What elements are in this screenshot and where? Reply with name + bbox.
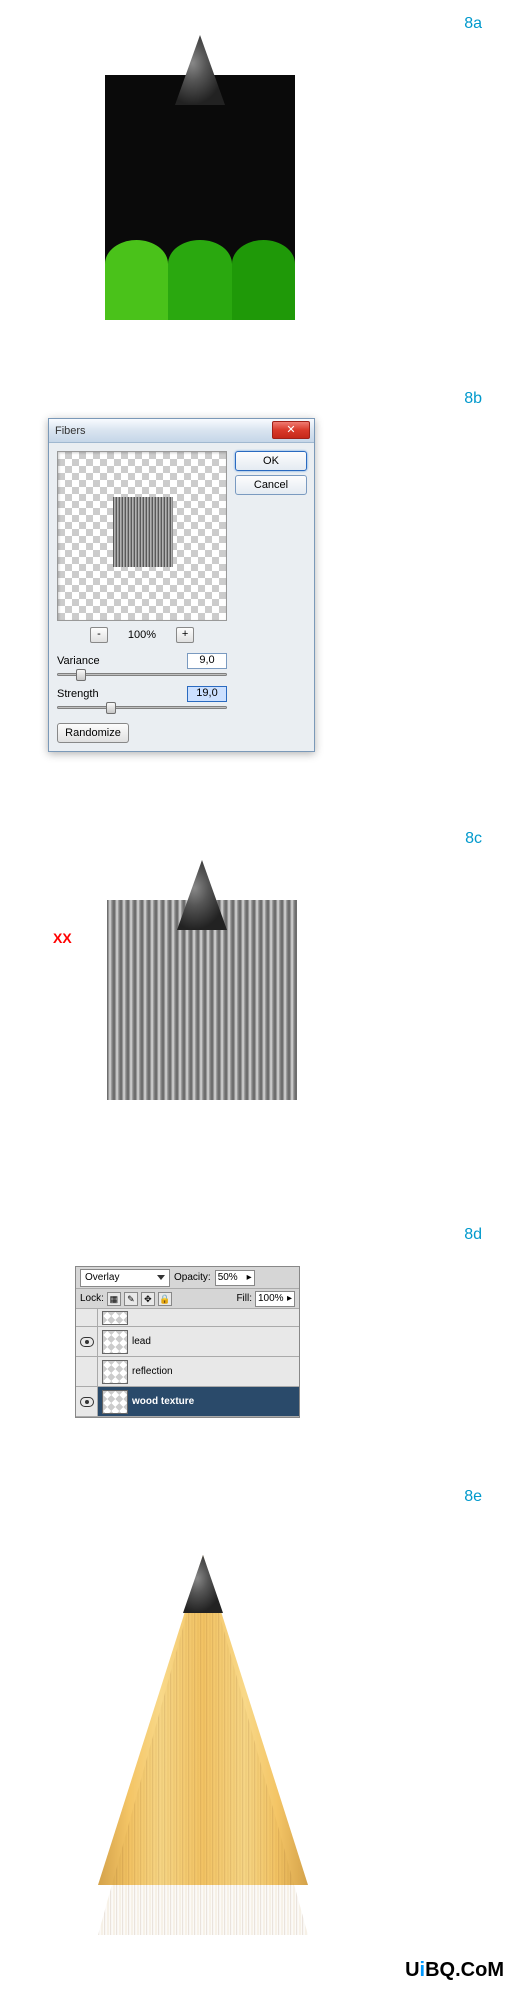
lock-transparency-icon[interactable]: ▦ <box>107 1292 121 1306</box>
pencil-scallops <box>107 1065 297 1145</box>
visibility-toggle[interactable] <box>76 1309 98 1326</box>
layer-row-selected[interactable]: wood texture <box>76 1387 299 1417</box>
layer-thumbnail <box>102 1390 128 1414</box>
visibility-toggle[interactable] <box>76 1387 98 1416</box>
eye-icon <box>80 1397 94 1407</box>
layers-top-row: Overlay Opacity: 50% ▸ <box>76 1267 299 1289</box>
layer-name[interactable]: wood texture <box>132 1396 299 1407</box>
caret-icon: ▸ <box>287 1293 292 1304</box>
ok-button[interactable]: OK <box>235 451 307 471</box>
pencil-lead-cone <box>177 860 227 930</box>
fill-label: Fill: <box>236 1293 252 1304</box>
watermark-pre: U <box>405 1959 419 1981</box>
caret-icon: ▸ <box>247 1272 252 1283</box>
strength-slider[interactable] <box>57 706 227 709</box>
blend-mode-value: Overlay <box>85 1272 119 1283</box>
dialog-titlebar[interactable]: Fibers ✕ <box>49 419 314 443</box>
cancel-button[interactable]: Cancel <box>235 475 307 495</box>
lock-label: Lock: <box>80 1293 104 1304</box>
pencil-scallops <box>105 240 295 320</box>
randomize-button[interactable]: Randomize <box>57 723 129 743</box>
zoom-out-button[interactable]: - <box>90 627 108 643</box>
eye-icon <box>80 1337 94 1347</box>
variance-slider[interactable] <box>57 673 227 676</box>
layer-name[interactable]: reflection <box>132 1366 299 1377</box>
step-label-8b: 8b <box>464 390 482 408</box>
variance-slider-thumb[interactable] <box>76 669 86 681</box>
opacity-value: 50% <box>218 1272 238 1283</box>
layers-panel: Overlay Opacity: 50% ▸ Lock: ▦ ✎ ✥ 🔒 Fil… <box>75 1266 300 1418</box>
pencil-figure-8e <box>98 1555 308 1935</box>
layer-name[interactable]: lead <box>132 1336 299 1347</box>
step-label-8c: 8c <box>465 830 482 848</box>
pencil-scallops <box>98 1855 308 1935</box>
pencil-lead-cone <box>175 35 225 105</box>
dialog-title: Fibers <box>55 425 86 437</box>
strength-input[interactable]: 19,0 <box>187 686 227 702</box>
zoom-percentage: 100% <box>128 629 156 641</box>
step-label-8a: 8a <box>464 15 482 33</box>
watermark-post: BQ.CoM <box>425 1959 504 1981</box>
watermark: UiBQ.CoM <box>405 1959 504 1982</box>
scallop <box>232 240 295 320</box>
fibers-dialog: Fibers ✕ - 100% + Variance 9,0 Strength … <box>48 418 315 752</box>
chevron-down-icon <box>157 1275 165 1280</box>
variance-label: Variance <box>57 655 100 667</box>
layer-thumbnail <box>102 1360 128 1384</box>
layer-thumbnail <box>102 1330 128 1354</box>
close-button[interactable]: ✕ <box>272 421 310 439</box>
pencil-figure-8a <box>105 35 295 320</box>
layer-thumbnail <box>102 1311 128 1325</box>
fibers-preview-content <box>113 497 173 567</box>
red-annotation-xx: XX <box>53 930 72 946</box>
strength-slider-thumb[interactable] <box>106 702 116 714</box>
fibers-preview[interactable] <box>57 451 227 621</box>
lock-brush-icon[interactable]: ✎ <box>124 1292 138 1306</box>
fill-input[interactable]: 100% ▸ <box>255 1291 295 1307</box>
layer-row[interactable]: reflection <box>76 1357 299 1387</box>
pencil-figure-8c <box>107 860 297 1145</box>
lock-move-icon[interactable]: ✥ <box>141 1292 155 1306</box>
visibility-toggle[interactable] <box>76 1327 98 1356</box>
dialog-button-column: OK Cancel <box>235 451 307 743</box>
scallop <box>168 240 231 320</box>
visibility-toggle[interactable] <box>76 1357 98 1386</box>
fill-value: 100% <box>258 1293 284 1304</box>
step-label-8d: 8d <box>464 1226 482 1244</box>
layers-lock-row: Lock: ▦ ✎ ✥ 🔒 Fill: 100% ▸ <box>76 1289 299 1309</box>
opacity-label: Opacity: <box>174 1272 211 1283</box>
pencil-lead-tip <box>183 1555 223 1613</box>
variance-input[interactable]: 9,0 <box>187 653 227 669</box>
opacity-input[interactable]: 50% ▸ <box>215 1270 255 1286</box>
zoom-in-button[interactable]: + <box>176 627 194 643</box>
strength-label: Strength <box>57 688 99 700</box>
blend-mode-select[interactable]: Overlay <box>80 1269 170 1287</box>
layer-row[interactable]: lead <box>76 1327 299 1357</box>
layer-row-partial[interactable] <box>76 1309 299 1327</box>
lock-all-icon[interactable]: 🔒 <box>158 1292 172 1306</box>
scallop <box>105 240 168 320</box>
step-label-8e: 8e <box>464 1488 482 1506</box>
